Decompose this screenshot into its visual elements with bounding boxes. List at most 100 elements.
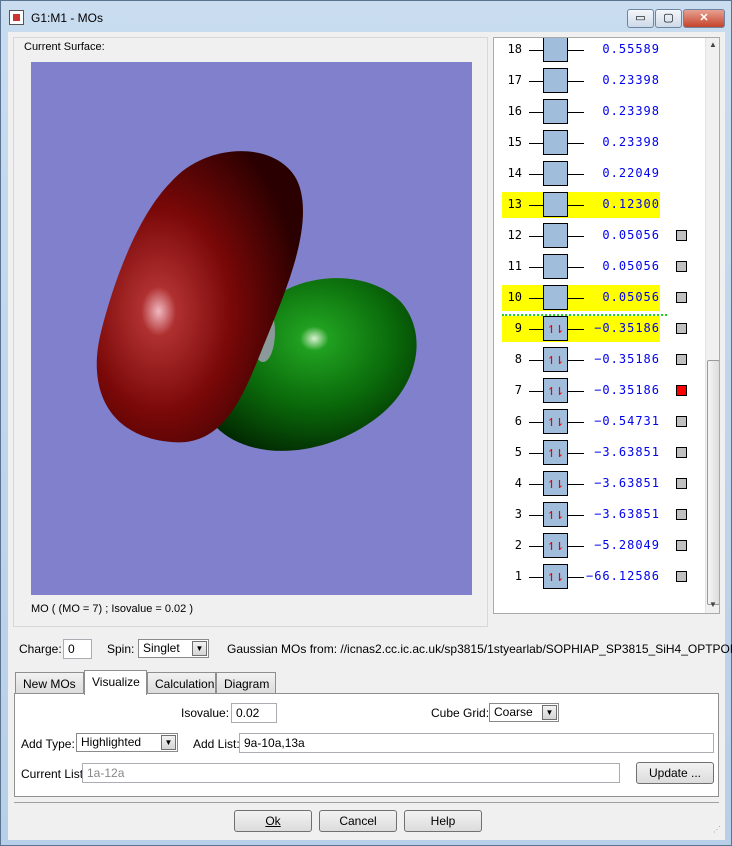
tab-new-mos[interactable]: New MOs xyxy=(15,672,84,694)
electron-pair-icon: ↿⇂ xyxy=(547,536,564,554)
mo-select-checkbox[interactable] xyxy=(676,416,687,427)
mo-row[interactable]: 15 0.23398 xyxy=(494,129,705,157)
mo-energy: −5.28049 xyxy=(594,538,660,552)
mo-select-checkbox[interactable] xyxy=(676,447,687,458)
help-button[interactable]: Help xyxy=(404,810,482,832)
mo-select-checkbox[interactable] xyxy=(676,354,687,365)
orbital-box[interactable]: ↿⇂ xyxy=(543,409,568,434)
mo-select-checkbox[interactable] xyxy=(676,571,687,582)
scroll-thumb[interactable] xyxy=(707,360,719,605)
mo-row[interactable]: 3 ↿⇂ −3.63851 xyxy=(494,501,705,529)
mo-row[interactable]: 9 ↿⇂ −0.35186 xyxy=(494,315,705,343)
close-button[interactable]: ✕ xyxy=(683,9,725,28)
mo-energy: 0.23398 xyxy=(602,73,660,87)
mo-row[interactable]: 16 0.23398 xyxy=(494,98,705,126)
orbital-box[interactable] xyxy=(543,161,568,186)
cube-grid-value: Coarse xyxy=(494,705,533,719)
mo-energy: 0.23398 xyxy=(602,104,660,118)
mo-row[interactable]: 5 ↿⇂ −3.63851 xyxy=(494,439,705,467)
mo-number: 8 xyxy=(514,352,522,366)
mo-number: 14 xyxy=(507,166,522,180)
mo-3d-viewer[interactable] xyxy=(31,62,472,595)
mo-energy: −0.35186 xyxy=(594,383,660,397)
orbital-box[interactable]: ↿⇂ xyxy=(543,533,568,558)
charge-input[interactable]: 0 xyxy=(63,639,92,659)
mo-select-checkbox[interactable] xyxy=(676,323,687,334)
add-list-input[interactable]: 9a-10a,13a xyxy=(239,733,714,753)
mo-row[interactable]: 2 ↿⇂ −5.28049 xyxy=(494,532,705,560)
mo-energy: −0.35186 xyxy=(594,352,660,366)
mo-number: 3 xyxy=(514,507,522,521)
electron-pair-icon: ↿⇂ xyxy=(547,443,564,461)
mo-row[interactable]: 13 0.12300 xyxy=(494,191,705,219)
ok-button[interactable]: Ok xyxy=(234,810,312,832)
mo-select-checkbox[interactable] xyxy=(676,230,687,241)
mo-select-checkbox[interactable] xyxy=(676,509,687,520)
orbital-box[interactable] xyxy=(543,223,568,248)
mo-select-checkbox[interactable] xyxy=(676,478,687,489)
electron-pair-icon: ↿⇂ xyxy=(547,474,564,492)
electron-pair-icon: ↿⇂ xyxy=(547,412,564,430)
maximize-button[interactable]: ▢ xyxy=(655,9,682,28)
mo-select-checkbox[interactable] xyxy=(676,540,687,551)
mo-row[interactable]: 18 0.55589 xyxy=(494,38,705,64)
orbital-box[interactable]: ↿⇂ xyxy=(543,471,568,496)
tab-calculation[interactable]: Calculation xyxy=(147,672,216,694)
current-list-input: 1a-12a xyxy=(82,763,620,783)
cube-grid-label: Cube Grid: xyxy=(431,706,490,720)
mo-row[interactable]: 4 ↿⇂ −3.63851 xyxy=(494,470,705,498)
mo-row[interactable]: 6 ↿⇂ −0.54731 xyxy=(494,408,705,436)
mo-row[interactable]: 7 ↿⇂ −0.35186 xyxy=(494,377,705,405)
mo-number: 15 xyxy=(507,135,522,149)
mo-row[interactable]: 8 ↿⇂ −0.35186 xyxy=(494,346,705,374)
mo-energy: −66.12586 xyxy=(585,569,660,583)
chevron-down-icon: ▼ xyxy=(161,735,176,750)
mo-select-checkbox[interactable] xyxy=(676,385,687,396)
mo-number: 17 xyxy=(507,73,522,87)
mo-energy: −3.63851 xyxy=(594,445,660,459)
scroll-down-arrow-icon[interactable]: ▼ xyxy=(709,600,717,609)
tab-visualize[interactable]: Visualize xyxy=(84,670,147,695)
mo-select-checkbox[interactable] xyxy=(676,292,687,303)
orbital-box[interactable]: ↿⇂ xyxy=(543,502,568,527)
mo-row[interactable]: 10 0.05056 xyxy=(494,284,705,312)
orbital-box[interactable]: ↿⇂ xyxy=(543,440,568,465)
mo-energy: 0.05056 xyxy=(602,290,660,304)
divider xyxy=(14,802,719,803)
mo-row[interactable]: 11 0.05056 xyxy=(494,253,705,281)
orbital-box[interactable] xyxy=(543,192,568,217)
orbital-box[interactable]: ↿⇂ xyxy=(543,347,568,372)
mo-number: 5 xyxy=(514,445,522,459)
orbital-box[interactable] xyxy=(543,99,568,124)
isovalue-input[interactable]: 0.02 xyxy=(231,703,277,723)
orbital-box[interactable] xyxy=(543,285,568,310)
tab-diagram[interactable]: Diagram xyxy=(216,672,276,694)
orbital-box[interactable] xyxy=(543,254,568,279)
mo-row[interactable]: 17 0.23398 xyxy=(494,67,705,95)
scroll-up-arrow-icon[interactable]: ▲ xyxy=(709,40,717,49)
orbital-box[interactable] xyxy=(543,38,568,62)
orbital-box[interactable] xyxy=(543,68,568,93)
cancel-button[interactable]: Cancel xyxy=(319,810,397,832)
mo-energy-list[interactable]: 18 0.55589 17 0.23398 16 0.23398 15 0.23398… xyxy=(493,37,720,614)
mo-number: 4 xyxy=(514,476,522,490)
mo-select-checkbox[interactable] xyxy=(676,261,687,272)
minimize-button[interactable]: ▭ xyxy=(627,9,654,28)
orbital-box[interactable]: ↿⇂ xyxy=(543,564,568,589)
electron-pair-icon: ↿⇂ xyxy=(547,567,564,585)
add-type-select[interactable]: Highlighted ▼ xyxy=(76,733,178,752)
resize-grip-icon[interactable]: ⋰ xyxy=(713,825,721,834)
update-button[interactable]: Update ... xyxy=(636,762,714,784)
spin-select[interactable]: Singlet ▼ xyxy=(138,639,209,658)
vertical-scrollbar[interactable]: ▲ ▼ xyxy=(705,38,719,613)
mo-number: 10 xyxy=(507,290,522,304)
title-bar: G1:M1 - MOs ▭ ▢ ✕ xyxy=(1,1,731,33)
orbital-box[interactable] xyxy=(543,130,568,155)
mo-row[interactable]: 12 0.05056 xyxy=(494,222,705,250)
cube-grid-select[interactable]: Coarse ▼ xyxy=(489,703,559,722)
orbital-box[interactable]: ↿⇂ xyxy=(543,316,568,341)
mo-row[interactable]: 1 ↿⇂ −66.12586 xyxy=(494,563,705,591)
mo-row[interactable]: 14 0.22049 xyxy=(494,160,705,188)
orbital-box[interactable]: ↿⇂ xyxy=(543,378,568,403)
mo-energy: 0.23398 xyxy=(602,135,660,149)
